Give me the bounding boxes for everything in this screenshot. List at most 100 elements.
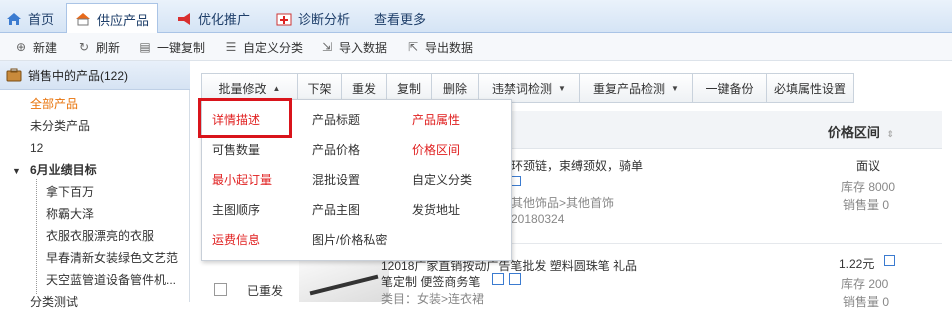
top-tab-bar: 首页 供应产品 优化推广 诊断分析 查看更多 — [0, 0, 952, 34]
copy-label: 复制 — [396, 81, 421, 96]
republish-label: 重发 — [351, 81, 376, 96]
highlight-box — [198, 98, 292, 138]
required-attr-button[interactable]: 必填属性设置 — [767, 73, 854, 103]
row-checkbox[interactable] — [214, 283, 227, 296]
caret-up-icon: ▲ — [272, 83, 281, 93]
sidebar-item-june-target[interactable]: 6月业绩目标 — [30, 160, 97, 180]
refresh-label: 刷新 — [96, 40, 121, 55]
tab-supply-label: 供应产品 — [97, 12, 150, 28]
export-button[interactable]: ⇱ 导出数据 — [406, 33, 473, 61]
import-button[interactable]: ⇲ 导入数据 — [320, 33, 387, 61]
product-title-line2[interactable]: 笔定制 便签商务笔 — [381, 273, 480, 290]
tab-view-more[interactable]: 查看更多 — [374, 4, 426, 33]
menu-item-mixed-batch[interactable]: 混批设置 — [312, 171, 360, 189]
tab-diagnosis-label: 诊断分析 — [298, 12, 351, 27]
megaphone-icon — [178, 12, 190, 25]
plus-icon: ⊕ — [15, 40, 27, 54]
menu-item-available-qty[interactable]: 可售数量 — [212, 141, 260, 159]
copy-all-label: 一键复制 — [157, 40, 206, 55]
product-price: 1.22元 — [839, 257, 875, 271]
export-icon: ⇱ — [407, 40, 419, 54]
sidebar-item-subcat[interactable]: 天空蓝管道设备管件机... — [46, 270, 176, 290]
price-range-label: 价格区间 — [827, 125, 880, 140]
forbidden-check-label: 违禁词检测 — [492, 81, 553, 96]
menu-item-main-image[interactable]: 产品主图 — [312, 201, 360, 219]
remove-label: 下架 — [307, 81, 332, 96]
chevron-down-icon: ▼ — [671, 83, 679, 93]
menu-item-image-order[interactable]: 主图顺序 — [212, 201, 260, 219]
import-label: 导入数据 — [339, 40, 388, 55]
sidebar: 销售中的产品(122) 全部产品 未分类产品 12 ▼ 6月业绩目标 拿下百万 … — [0, 61, 190, 309]
tab-optimize-label: 优化推广 — [198, 12, 251, 27]
menu-item-product-title[interactable]: 产品标题 — [312, 111, 360, 129]
tab-optimize-promote[interactable]: 优化推广 — [176, 4, 250, 33]
product-category: 类目：女装>连衣裙 — [381, 292, 485, 306]
product-code: 20180324 — [511, 212, 565, 226]
menu-item-custom-category[interactable]: 自定义分类 — [412, 171, 472, 189]
tab-supply-products[interactable]: 供应产品 — [66, 3, 159, 34]
collapse-triangle-icon[interactable]: ▼ — [12, 166, 21, 176]
import-icon: ⇲ — [321, 40, 333, 54]
sidebar-item-all-products[interactable]: 全部产品 — [30, 94, 78, 114]
image-icon[interactable] — [509, 273, 521, 285]
menu-item-product-attr[interactable]: 产品属性 — [412, 111, 460, 129]
briefcase-icon — [6, 68, 22, 82]
copy-all-button[interactable]: ▤ 一键复制 — [138, 33, 205, 61]
copy-icon: ▤ — [139, 40, 151, 54]
backup-label: 一键备份 — [705, 81, 754, 96]
sidebar-item-subcat[interactable]: 衣服衣服漂亮的衣服 — [46, 226, 154, 246]
refresh-icon: ↻ — [78, 40, 90, 54]
product-stock: 库存 8000 — [841, 180, 896, 194]
tab-diagnosis[interactable]: 诊断分析 — [276, 4, 350, 33]
product-price: 面议 — [856, 159, 881, 173]
menu-item-shipping-address[interactable]: 发货地址 — [412, 201, 460, 219]
sidebar-item-subcat[interactable]: 早春清新女装绿色文艺范 — [46, 248, 178, 268]
export-label: 导出数据 — [425, 40, 474, 55]
price-range-header[interactable]: 价格区间 ⇕ — [828, 122, 894, 141]
list-icon: ☰ — [225, 40, 237, 54]
toolbar: ⊕ 新建 ↻ 刷新 ▤ 一键复制 ☰ 自定义分类 ⇲ 导入数据 ⇱ 导出数据 — [0, 33, 952, 61]
duplicate-check-button[interactable]: 重复产品检测 ▼ — [580, 73, 693, 103]
refresh-button[interactable]: ↻ 刷新 — [77, 33, 120, 61]
sidebar-item-12[interactable]: 12 — [30, 138, 43, 158]
custom-category-label: 自定义分类 — [243, 40, 304, 55]
edit-icon[interactable] — [884, 255, 895, 266]
custom-category-button[interactable]: ☰ 自定义分类 — [224, 33, 303, 61]
sidebar-item-subcat[interactable]: 拿下百万 — [46, 182, 94, 202]
status-text: 已重发 — [247, 284, 284, 298]
batch-edit-label: 批量修改 — [218, 81, 267, 96]
tab-home-label: 首页 — [28, 12, 55, 27]
menu-item-price-range[interactable]: 价格区间 — [412, 141, 460, 159]
tree-line — [36, 179, 37, 294]
product-title[interactable]: 环颈链，束缚颈奴，骑单 — [511, 157, 643, 174]
menu-item-shipping-fee[interactable]: 运费信息 — [212, 231, 260, 249]
new-label: 新建 — [33, 40, 58, 55]
chevron-down-icon: ▼ — [558, 83, 566, 93]
edit-icon[interactable] — [492, 273, 504, 285]
tent-icon — [76, 13, 90, 26]
sidebar-header-label: 销售中的产品(122) — [28, 68, 129, 83]
image-icon[interactable] — [511, 176, 521, 186]
menu-item-image-price-private[interactable]: 图片/价格私密 — [312, 231, 387, 249]
tab-more-label: 查看更多 — [374, 12, 427, 27]
menu-item-min-order[interactable]: 最小起订量 — [212, 171, 272, 189]
new-button[interactable]: ⊕ 新建 — [14, 33, 57, 61]
delete-label: 删除 — [442, 81, 467, 96]
product-sales: 销售量 0 — [843, 198, 890, 212]
medical-kit-icon — [276, 13, 292, 25]
product-category: 其他饰品>其他首饰 — [511, 196, 615, 210]
home-icon — [7, 12, 21, 25]
backup-button[interactable]: 一键备份 — [693, 73, 767, 103]
sidebar-item-test[interactable]: 分类测试 — [30, 292, 78, 312]
pen-shape — [309, 274, 379, 296]
sidebar-item-subcat[interactable]: 称霸大泽 — [46, 204, 94, 224]
tab-home[interactable]: 首页 — [6, 4, 54, 33]
sort-icon: ⇕ — [886, 129, 894, 139]
sidebar-item-uncategorized[interactable]: 未分类产品 — [30, 116, 90, 136]
sidebar-header[interactable]: 销售中的产品(122) — [0, 61, 190, 90]
duplicate-check-label: 重复产品检测 — [593, 81, 666, 96]
required-attr-label: 必填属性设置 — [773, 81, 846, 96]
product-stock: 库存 200 — [841, 277, 889, 291]
menu-item-product-price[interactable]: 产品价格 — [312, 141, 360, 159]
product-thumbnail — [299, 259, 389, 302]
